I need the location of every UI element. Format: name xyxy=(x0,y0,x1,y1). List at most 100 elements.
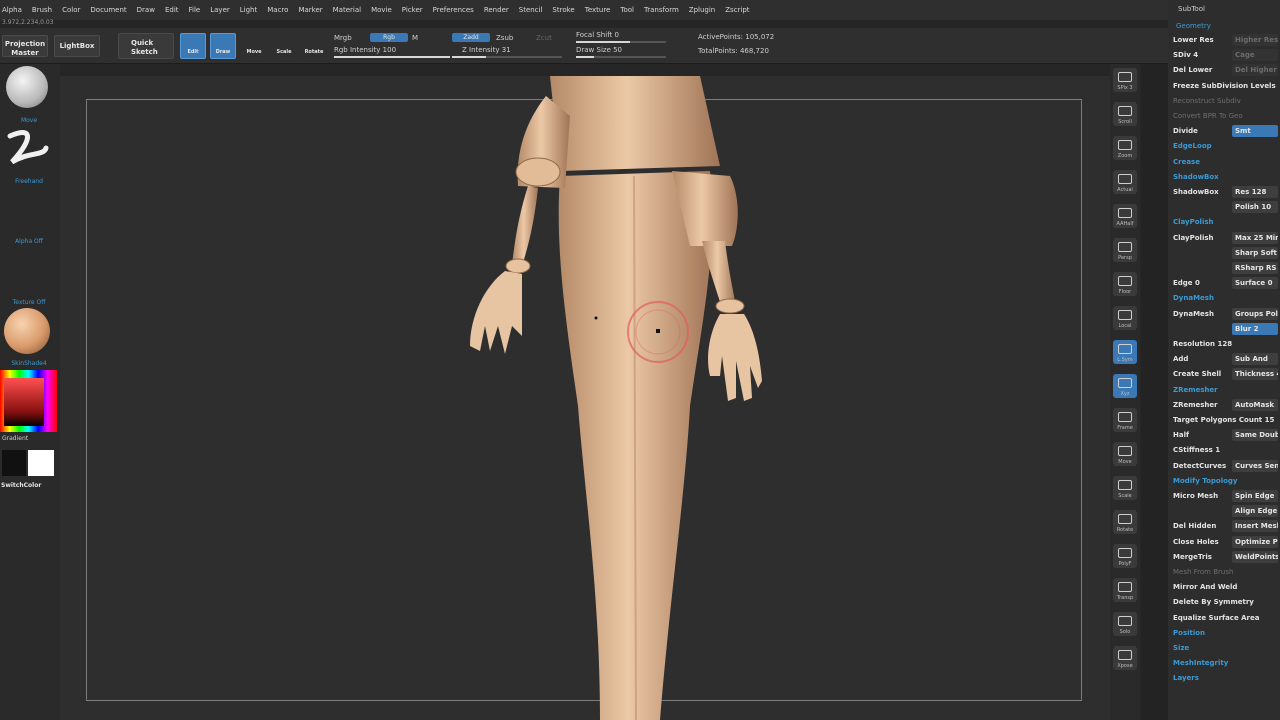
brush-preview[interactable] xyxy=(6,66,48,108)
move-button[interactable]: Move xyxy=(242,33,266,59)
shelf-floor-button[interactable]: Floor xyxy=(1113,272,1137,296)
tool-sub-and[interactable]: Sub And xyxy=(1232,353,1278,366)
tool-sharp-soft[interactable]: Sharp Soft xyxy=(1232,246,1278,259)
tool-mesh-from-brush[interactable]: Mesh From Brush xyxy=(1170,566,1233,578)
shelf-scroll-button[interactable]: Scroll xyxy=(1113,102,1137,126)
tool-thickness-4[interactable]: Thickness 4 xyxy=(1232,368,1278,381)
shelf-rotate-button[interactable]: Rotate xyxy=(1113,510,1137,534)
tool-weldpoints[interactable]: WeldPoints xyxy=(1232,550,1278,563)
zcut-toggle[interactable]: Zcut xyxy=(536,34,552,42)
tool-zremesher[interactable]: ZRemesher xyxy=(1170,384,1218,396)
tool-smt[interactable]: Smt xyxy=(1232,125,1278,138)
shelf-polyf-button[interactable]: PolyF xyxy=(1113,544,1137,568)
scale-button[interactable]: Scale xyxy=(272,33,296,59)
shelf-l-sym-button[interactable]: L.Sym xyxy=(1113,340,1137,364)
tool-res-128[interactable]: Res 128 xyxy=(1232,186,1278,198)
tool-mirror-and-weld[interactable]: Mirror And Weld xyxy=(1170,581,1237,593)
quick-sketch-button[interactable]: Quick Sketch xyxy=(118,33,174,59)
shelf-zoom-button[interactable]: Zoom xyxy=(1113,136,1137,160)
tool-create-shell[interactable]: Create Shell xyxy=(1170,368,1221,380)
tool-close-holes[interactable]: Close Holes xyxy=(1170,536,1219,548)
tool-del-hidden[interactable]: Del Hidden xyxy=(1170,520,1216,532)
tool-align-edge[interactable]: Align Edge xyxy=(1232,505,1278,518)
tool-del-higher[interactable]: Del Higher xyxy=(1232,64,1278,77)
menu-layer[interactable]: Layer xyxy=(210,6,230,14)
canvas-viewport[interactable] xyxy=(60,76,1110,720)
tool-sdiv-4[interactable]: SDiv 4 xyxy=(1170,49,1198,61)
focal-shift-slider[interactable] xyxy=(576,41,666,43)
menu-brush[interactable]: Brush xyxy=(32,6,52,14)
menu-render[interactable]: Render xyxy=(484,6,509,14)
menu-movie[interactable]: Movie xyxy=(371,6,392,14)
tool-freeze-subdivision-levels[interactable]: Freeze SubDivision Levels xyxy=(1170,80,1276,92)
draw-size-slider[interactable] xyxy=(576,56,666,58)
tool-edge-0[interactable]: Edge 0 xyxy=(1170,277,1200,289)
menu-file[interactable]: File xyxy=(189,6,201,14)
tool-reconstruct-subdiv[interactable]: Reconstruct Subdiv xyxy=(1170,95,1241,107)
menu-stroke[interactable]: Stroke xyxy=(552,6,574,14)
shelf-solo-button[interactable]: Solo xyxy=(1113,612,1137,636)
draw-button[interactable]: Draw xyxy=(210,33,236,59)
tool-blur-2[interactable]: Blur 2 xyxy=(1232,322,1278,335)
texture-label[interactable]: Texture Off xyxy=(0,299,58,306)
menu-zscript[interactable]: Zscript xyxy=(725,6,749,14)
tool-detectcurves[interactable]: DetectCurves xyxy=(1170,460,1226,472)
shelf-transp-button[interactable]: Transp xyxy=(1113,578,1137,602)
rgb-intensity-slider[interactable] xyxy=(334,56,450,58)
tool-optimize-po[interactable]: Optimize Po xyxy=(1232,535,1278,548)
rgb-toggle[interactable]: Rgb xyxy=(370,33,408,42)
tool-divide[interactable]: Divide xyxy=(1170,125,1198,137)
tool-automask[interactable]: AutoMask xyxy=(1232,398,1278,411)
shelf-frame-button[interactable]: Frame xyxy=(1113,408,1137,432)
menu-transform[interactable]: Transform xyxy=(644,6,679,14)
menu-color[interactable]: Color xyxy=(62,6,80,14)
menu-picker[interactable]: Picker xyxy=(402,6,423,14)
tool-dynamesh[interactable]: DynaMesh xyxy=(1170,292,1214,304)
primary-color[interactable] xyxy=(28,450,54,476)
tool-shadowbox[interactable]: ShadowBox xyxy=(1170,186,1219,198)
tool-lower-res[interactable]: Lower Res xyxy=(1170,34,1214,46)
menu-stencil[interactable]: Stencil xyxy=(519,6,543,14)
menu-tool[interactable]: Tool xyxy=(620,6,634,14)
tool-claypolish[interactable]: ClayPolish xyxy=(1170,216,1214,228)
tool-del-lower[interactable]: Del Lower xyxy=(1170,64,1212,76)
tool-edgeloop[interactable]: EdgeLoop xyxy=(1170,140,1212,152)
tool-polish-10[interactable]: Polish 10 xyxy=(1232,201,1278,214)
rotate-button[interactable]: Rotate xyxy=(302,33,326,59)
tool-target-polygons-count-15[interactable]: Target Polygons Count 15 xyxy=(1170,414,1274,426)
shelf-spix-3-button[interactable]: SPix 3 xyxy=(1113,68,1137,92)
tool-dynamesh[interactable]: DynaMesh xyxy=(1170,308,1214,320)
tool-add[interactable]: Add xyxy=(1170,353,1188,365)
tool-cage[interactable]: Cage xyxy=(1232,49,1278,62)
tool-surface-0[interactable]: Surface 0 xyxy=(1232,277,1278,290)
shelf-xyz-button[interactable]: Xyz xyxy=(1113,374,1137,398)
zsub-toggle[interactable]: Zsub xyxy=(496,34,513,42)
tool-higher-res[interactable]: Higher Res xyxy=(1232,34,1278,46)
lightbox-button[interactable]: LightBox xyxy=(54,35,100,57)
menu-draw[interactable]: Draw xyxy=(137,6,155,14)
tool-size[interactable]: Size xyxy=(1170,642,1189,654)
tool-equalize-surface-area[interactable]: Equalize Surface Area xyxy=(1170,612,1259,624)
shelf-aahalf-button[interactable]: AAHalf xyxy=(1113,204,1137,228)
shelf-actual-button[interactable]: Actual xyxy=(1113,170,1137,194)
menu-alpha[interactable]: Alpha xyxy=(2,6,22,14)
tool-modify-topology[interactable]: Modify Topology xyxy=(1170,475,1238,487)
shelf-local-button[interactable]: Local xyxy=(1113,306,1137,330)
model-figure[interactable] xyxy=(60,76,1110,720)
tool-crease[interactable]: Crease xyxy=(1170,156,1200,168)
geometry-header[interactable]: Geometry xyxy=(1176,22,1211,30)
tool-delete-by-symmetry[interactable]: Delete By Symmetry xyxy=(1170,596,1254,608)
tool-position[interactable]: Position xyxy=(1170,627,1205,639)
tool-cstiffness-1[interactable]: CStiffness 1 xyxy=(1170,444,1220,456)
tool-rsharp-rs[interactable]: RSharp RS xyxy=(1232,262,1278,274)
menu-document[interactable]: Document xyxy=(90,6,126,14)
z-intensity-slider[interactable] xyxy=(452,56,562,58)
tool-mergetris[interactable]: MergeTris xyxy=(1170,551,1212,563)
menu-zplugin[interactable]: Zplugin xyxy=(689,6,715,14)
menu-macro[interactable]: Macro xyxy=(267,6,288,14)
projection-master-button[interactable]: Projection Master xyxy=(2,35,48,57)
tool-zremesher[interactable]: ZRemesher xyxy=(1170,399,1218,411)
tool-same-double[interactable]: Same Double xyxy=(1232,429,1278,442)
tool-meshintegrity[interactable]: MeshIntegrity xyxy=(1170,657,1228,669)
tool-spin-edge[interactable]: Spin Edge xyxy=(1232,490,1278,502)
